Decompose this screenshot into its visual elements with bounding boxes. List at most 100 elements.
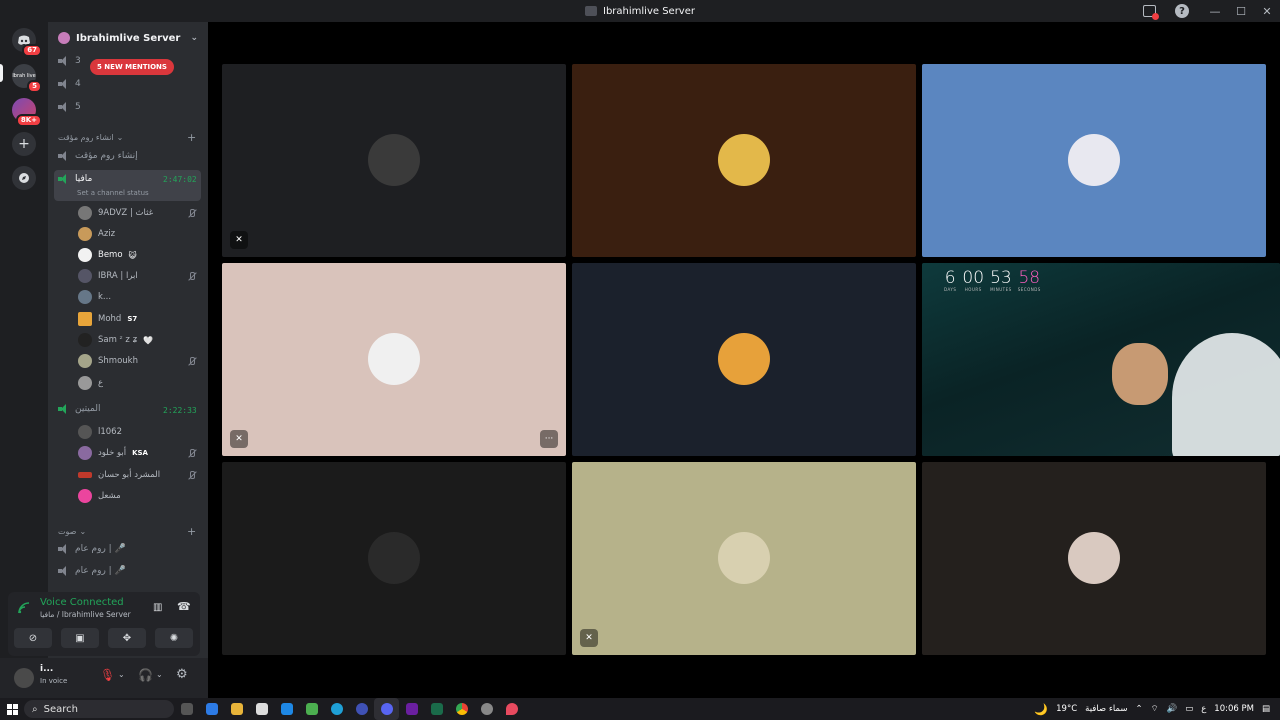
username[interactable]: i... xyxy=(40,664,53,674)
countdown-days: 6 DAYS xyxy=(944,269,956,292)
activities-button[interactable]: ✥ xyxy=(108,628,146,648)
wifi-icon[interactable]: ⌔ xyxy=(1151,704,1159,714)
taskbar-app-5[interactable] xyxy=(299,698,324,720)
speaker-icon xyxy=(58,174,69,184)
headphones-button[interactable]: 🎧 xyxy=(138,668,153,682)
voice-status[interactable]: Voice Connected xyxy=(40,597,124,608)
taskbar-search[interactable]: ⌕ Search xyxy=(24,700,174,718)
add-server-button[interactable]: + xyxy=(12,132,36,156)
home-button[interactable]: 67 xyxy=(12,28,42,57)
discover-button[interactable] xyxy=(12,166,36,190)
voice-member[interactable]: Shmoukh xyxy=(78,353,138,369)
voice-member[interactable]: l1062 xyxy=(78,424,122,440)
battery-icon[interactable]: ▭ xyxy=(1185,704,1193,714)
taskbar-app-9[interactable] xyxy=(399,698,424,720)
voice-member[interactable]: Sam ᶻ z ʑ 🤍 xyxy=(78,332,153,348)
taskbar-app-13[interactable] xyxy=(499,698,524,720)
taskbar-app-3[interactable] xyxy=(249,698,274,720)
voice-channel-3[interactable]: 3 xyxy=(58,56,81,66)
mic-muted-button[interactable]: 🎙 xyxy=(100,668,115,682)
voice-member[interactable]: Bemo 😺 xyxy=(78,247,137,263)
user-panel: i... In voice 🎙 ⌄ 🎧 ⌄ ⚙ xyxy=(0,658,208,698)
soundboard-button[interactable]: ✺ xyxy=(155,628,193,648)
weather-temp[interactable]: 19°C xyxy=(1056,704,1077,714)
chevron-down-icon[interactable]: ⌄ xyxy=(118,670,125,679)
voice-member[interactable]: IBRA | ابرا xyxy=(78,268,138,284)
taskbar-app-12[interactable] xyxy=(474,698,499,720)
server-header[interactable]: Ibrahimlive Server ⌄ xyxy=(48,22,208,54)
voice-member[interactable]: المشرد أبو حسان xyxy=(78,467,160,483)
taskbar-app-10[interactable] xyxy=(424,698,449,720)
noise-suppression-button[interactable]: ▥ xyxy=(153,602,162,613)
muted-mic-icon xyxy=(187,449,196,458)
voice-channel-temp[interactable]: إنشاء روم مؤقت xyxy=(58,151,138,161)
add-channel-button[interactable]: + xyxy=(187,525,196,538)
category-voice[interactable]: صوت ⌄ xyxy=(58,527,86,536)
participant-tile[interactable]: ✕ xyxy=(572,462,916,655)
help-button[interactable]: ? xyxy=(1162,0,1202,22)
minimize-button[interactable]: — xyxy=(1202,0,1228,22)
participant-tile[interactable] xyxy=(572,263,916,456)
participant-tile[interactable]: ✕ xyxy=(222,64,566,257)
chevron-down-icon: ⌄ xyxy=(116,133,124,142)
voice-channel-5[interactable]: 5 xyxy=(58,102,81,112)
voice-member[interactable]: k... xyxy=(78,289,111,305)
camera-off-icon: ⊘ xyxy=(28,632,38,644)
voice-member[interactable]: مشعل xyxy=(78,488,121,504)
taskbar-app-7[interactable] xyxy=(349,698,374,720)
volume-icon[interactable]: 🔊 xyxy=(1167,704,1178,714)
inbox-button[interactable] xyxy=(1136,0,1162,22)
voice-channel-second[interactable]: الميتين xyxy=(58,404,100,414)
chevron-down-icon[interactable]: ⌄ xyxy=(156,670,163,679)
discord-taskbar-button[interactable] xyxy=(374,698,399,720)
voice-member[interactable]: Aziz xyxy=(78,226,115,242)
language-indicator[interactable]: ع xyxy=(1201,704,1206,714)
chevron-up-icon[interactable]: ⌃ xyxy=(1135,704,1142,714)
chrome-button[interactable] xyxy=(449,698,474,720)
user-avatar[interactable] xyxy=(14,668,34,688)
taskbar-app-4[interactable] xyxy=(274,698,299,720)
participant-tile[interactable] xyxy=(572,64,916,257)
maximize-button[interactable]: ☐ xyxy=(1228,0,1254,22)
voice-channel-general-2[interactable]: روم عام | 🎤 xyxy=(58,566,126,576)
add-channel-button[interactable]: + xyxy=(187,131,196,144)
participant-tile[interactable]: ✕ ··· xyxy=(222,263,566,456)
notification-icon[interactable]: ▤ xyxy=(1262,704,1270,714)
voice-member[interactable]: أبو خلود KSA xyxy=(78,445,148,461)
file-explorer-button[interactable] xyxy=(224,698,249,720)
clock[interactable]: 10:06 PM xyxy=(1214,704,1254,714)
edge-button[interactable] xyxy=(324,698,349,720)
voice-channel-general-1[interactable]: روم عام | 🎤 xyxy=(58,544,126,554)
participant-tile[interactable] xyxy=(922,64,1266,257)
server-icon-ibrahimlive[interactable]: Ibrah live 5 xyxy=(12,64,42,93)
member-name: أبو خلود xyxy=(98,448,127,458)
screen-share-button[interactable]: ▣ xyxy=(61,628,99,648)
stream-tile[interactable]: 6 DAYS 00 HOURS 53 MINUTES 58 SECONDS xyxy=(922,263,1280,456)
participant-avatar xyxy=(368,532,420,584)
camera-toggle-button[interactable]: ⊘ xyxy=(14,628,52,648)
participant-tile[interactable] xyxy=(222,462,566,655)
server-icon-2[interactable]: 8K+ xyxy=(12,98,42,127)
task-view-button[interactable] xyxy=(174,698,199,720)
channel-name: 3 xyxy=(75,56,81,66)
category-temp-room[interactable]: انشاء روم مؤقت ⌄ xyxy=(58,133,123,142)
voice-channel-4[interactable]: 4 xyxy=(58,79,81,89)
start-button[interactable] xyxy=(0,698,24,720)
chrome-icon xyxy=(455,703,468,715)
taskbar-app-1[interactable] xyxy=(199,698,224,720)
discord-icon xyxy=(380,703,393,715)
voice-member[interactable]: ع xyxy=(78,375,103,391)
disconnect-button[interactable]: ☎ xyxy=(177,600,191,613)
voice-member[interactable]: 9ADVZ | غثاث xyxy=(78,205,153,221)
channel-status-setter[interactable]: Set a channel status xyxy=(77,189,149,197)
close-window-button[interactable]: ✕ xyxy=(1254,0,1280,22)
weather-text[interactable]: سماء صافية xyxy=(1085,704,1127,714)
new-mentions-pill[interactable]: 5 NEW MENTIONS xyxy=(90,59,174,75)
voice-member[interactable]: Mohd S7 xyxy=(78,311,137,327)
participant-tile[interactable] xyxy=(922,462,1266,655)
more-options-button[interactable]: ··· xyxy=(540,430,558,448)
settings-button[interactable]: ⚙ xyxy=(176,667,188,682)
muted-mic-icon xyxy=(187,272,196,281)
voice-location[interactable]: مافيا / Ibrahimlive Server xyxy=(40,610,131,619)
voice-channel-active[interactable]: مافيا xyxy=(58,174,92,184)
